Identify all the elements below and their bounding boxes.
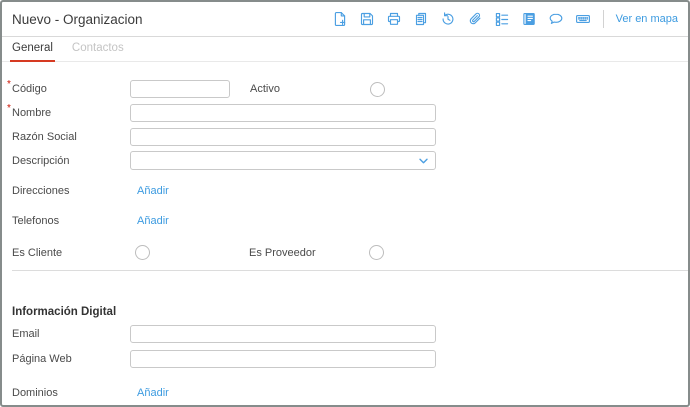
telefonos-label: Telefonos <box>12 215 60 227</box>
telefonos-row: Telefonos Añadir <box>2 214 688 228</box>
page-title: Nuevo - Organizacion <box>12 11 143 27</box>
view-on-map-link[interactable]: Ver en mapa <box>616 13 678 25</box>
required-marker: * <box>7 103 11 114</box>
organization-form-window: Nuevo - Organizacion Ver en mapa General… <box>0 0 690 407</box>
new-document-icon[interactable] <box>332 11 348 27</box>
activo-label: Activo <box>250 83 280 95</box>
razon-social-input[interactable] <box>130 128 436 146</box>
tab-contactos[interactable]: Contactos <box>70 37 126 62</box>
direcciones-add-link[interactable]: Añadir <box>137 185 169 197</box>
telefonos-add-link[interactable]: Añadir <box>137 215 169 227</box>
keyboard-icon[interactable] <box>575 11 591 27</box>
attachment-icon[interactable] <box>467 11 483 27</box>
copy-icon[interactable] <box>413 11 429 27</box>
history-icon[interactable] <box>440 11 456 27</box>
required-marker: * <box>7 79 11 90</box>
nombre-input[interactable] <box>130 104 436 122</box>
pagina-web-row: Página Web <box>2 350 688 368</box>
form-general: * Código Activo * Nombre Razón Social Desc… <box>2 79 688 400</box>
dominios-add-link[interactable]: Añadir <box>137 387 169 399</box>
codigo-label: * Código <box>7 79 47 95</box>
codigo-row: * Código Activo <box>2 79 688 98</box>
digital-section-title: Información Digital <box>12 306 117 318</box>
nombre-row: * Nombre <box>2 103 688 122</box>
email-label: Email <box>12 328 40 340</box>
email-row: Email <box>2 325 688 343</box>
nombre-label: * Nombre <box>7 103 52 119</box>
section-divider <box>12 270 688 271</box>
cliente-proveedor-row: Es Cliente Es Proveedor <box>2 245 688 260</box>
es-proveedor-radio[interactable] <box>369 245 384 260</box>
es-proveedor-label: Es Proveedor <box>249 246 316 259</box>
es-cliente-label: Es Cliente <box>12 246 63 259</box>
toolbar: Ver en mapa <box>332 10 678 28</box>
email-field[interactable] <box>130 325 436 343</box>
razon-social-label: Razón Social <box>12 131 77 143</box>
descripcion-row: Descripción <box>2 151 688 170</box>
save-icon[interactable] <box>359 11 375 27</box>
pagina-web-label: Página Web <box>12 353 72 365</box>
journal-icon[interactable] <box>521 11 537 27</box>
print-icon[interactable] <box>386 11 402 27</box>
descripcion-label: Descripción <box>12 154 70 167</box>
razon-social-row: Razón Social <box>2 128 688 146</box>
activo-radio[interactable] <box>370 81 385 97</box>
chevron-down-icon <box>418 155 429 166</box>
codigo-input[interactable] <box>130 80 230 98</box>
dominios-row: Dominios Añadir <box>2 386 688 400</box>
checklist-icon[interactable] <box>494 11 510 27</box>
comment-icon[interactable] <box>548 11 564 27</box>
direcciones-row: Direcciones Añadir <box>2 184 688 198</box>
titlebar: Nuevo - Organizacion Ver en mapa <box>2 2 688 37</box>
tab-bar: General Contactos <box>2 37 688 62</box>
toolbar-divider <box>602 10 604 28</box>
direcciones-label: Direcciones <box>12 185 70 197</box>
es-cliente-radio[interactable] <box>135 245 150 260</box>
pagina-web-field[interactable] <box>130 350 436 368</box>
dominios-label: Dominios <box>12 387 58 399</box>
descripcion-select[interactable] <box>130 151 436 170</box>
tab-general[interactable]: General <box>10 37 55 62</box>
